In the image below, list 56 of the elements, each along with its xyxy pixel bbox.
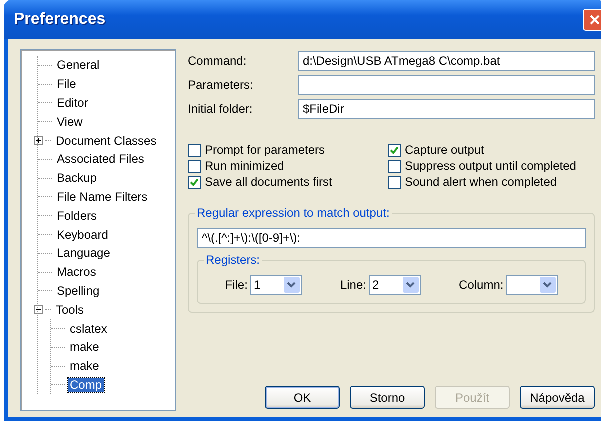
checkbox-label: Save all documents first <box>205 175 332 189</box>
group-title: Regular expression to match output: <box>195 206 392 220</box>
checkbox-label: Prompt for parameters <box>205 143 326 157</box>
chevron-down-icon <box>284 277 300 293</box>
field-label: Parameters: <box>188 78 254 92</box>
tree-item[interactable]: Spelling <box>55 284 102 298</box>
select-label: File: <box>225 278 248 292</box>
tree-item[interactable]: Editor <box>55 96 90 110</box>
chevron-down-icon <box>540 277 556 293</box>
checkbox-label: Sound alert when completed <box>405 175 558 189</box>
dialog-button[interactable]: Nápověda <box>520 386 595 409</box>
checkbox[interactable] <box>188 176 201 188</box>
tree-item[interactable]: Comp <box>68 378 104 392</box>
checkbox[interactable] <box>388 176 401 188</box>
checkbox-label: Suppress output until completed <box>405 159 576 173</box>
checkbox-label: Run minimized <box>205 159 284 173</box>
input-field[interactable]: d:\Design\USB ATmega8 C\comp.bat <box>298 51 595 71</box>
tree-item[interactable]: make <box>68 359 102 374</box>
tree-item[interactable]: Folders <box>55 208 100 223</box>
tree-item[interactable]: cslatex <box>68 322 110 336</box>
checkbox[interactable] <box>188 144 201 156</box>
dialog-button[interactable]: Storno <box>350 386 425 409</box>
tree-item[interactable]: Language <box>55 246 112 260</box>
dropdown[interactable]: 2 <box>368 275 420 295</box>
tree-item[interactable]: Keyboard <box>55 228 110 242</box>
checkbox-label: Capture output <box>405 143 484 157</box>
regex-field[interactable]: ^\(.[^:]+\):\([0-9]+\): <box>197 228 586 248</box>
field-label: Command: <box>188 54 248 68</box>
collapse-icon[interactable] <box>34 305 43 314</box>
tree-item[interactable]: General <box>55 58 102 72</box>
checkbox[interactable] <box>388 144 401 156</box>
tree-item[interactable]: make <box>68 340 102 354</box>
expand-icon[interactable] <box>34 136 43 146</box>
window-title: Preferences <box>14 10 106 28</box>
select-label: Column: <box>459 278 504 292</box>
checkbox[interactable] <box>388 160 401 172</box>
chevron-down-icon <box>402 277 418 293</box>
field-label: Initial folder: <box>188 102 254 116</box>
select-label: Line: <box>340 278 366 292</box>
dialog-button[interactable]: OK <box>265 386 340 409</box>
input-field[interactable]: $FileDir <box>298 99 595 119</box>
tree-item[interactable]: Macros <box>55 265 98 280</box>
checkbox[interactable] <box>188 160 201 172</box>
tree-item[interactable]: View <box>55 114 85 129</box>
close-icon <box>589 14 601 26</box>
tree-item[interactable]: Tools <box>54 302 86 317</box>
tree-item[interactable]: File Name Filters <box>55 190 150 204</box>
close-button[interactable] <box>583 8 601 30</box>
group-title: Registers: <box>204 253 262 267</box>
dropdown[interactable]: 1 <box>250 275 302 295</box>
tree-item[interactable]: Associated Files <box>55 152 146 166</box>
tree-item[interactable]: File <box>55 77 78 92</box>
tree-item[interactable]: Document Classes <box>54 134 159 148</box>
dropdown[interactable] <box>506 275 558 295</box>
tree-item[interactable]: Backup <box>55 171 100 186</box>
input-field[interactable] <box>298 75 595 95</box>
